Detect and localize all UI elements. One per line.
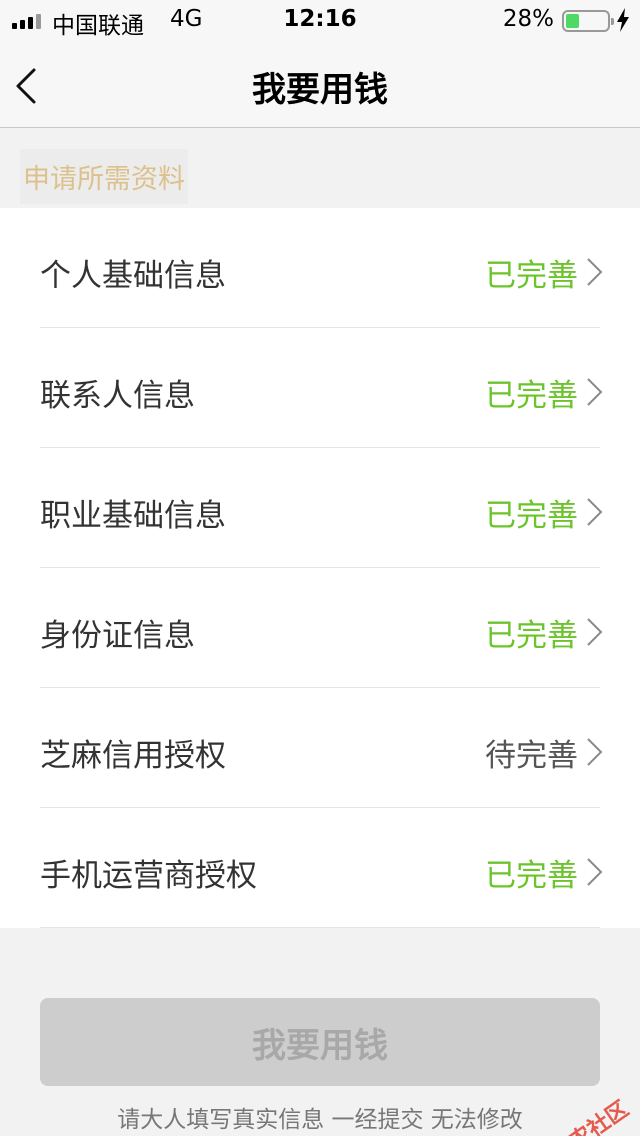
status-bar: 中国联通 4G 12:16 28% <box>0 0 640 40</box>
list-item-occupation[interactable]: 职业基础信息 已完善 <box>0 448 640 568</box>
charging-icon <box>617 8 629 32</box>
chevron-right-icon <box>587 738 603 766</box>
item-label: 个人基础信息 <box>40 258 226 294</box>
list-item-id-card[interactable]: 身份证信息 已完善 <box>0 568 640 688</box>
list-item-carrier-auth[interactable]: 手机运营商授权 已完善 <box>0 808 640 928</box>
notice-text: 请大人填写真实信息 一经提交 无法修改 <box>117 1107 523 1133</box>
item-label: 手机运营商授权 <box>40 858 257 894</box>
item-status: 待完善 <box>485 738 578 774</box>
nav-bar: 我要用钱 <box>0 40 640 128</box>
requirements-list: 个人基础信息 已完善 联系人信息 已完善 职业基础信息 已完善 身份证信息 已完… <box>0 208 640 928</box>
item-label: 芝麻信用授权 <box>40 738 226 774</box>
list-item-personal-info[interactable]: 个人基础信息 已完善 <box>0 208 640 328</box>
section-header: 申请所需资料 <box>0 129 640 208</box>
chevron-right-icon <box>587 378 603 406</box>
battery-icon <box>562 10 614 32</box>
item-status: 已完善 <box>485 618 578 654</box>
chevron-right-icon <box>587 498 603 526</box>
chevron-right-icon <box>587 258 603 286</box>
item-status: 已完善 <box>485 498 578 534</box>
submit-button[interactable]: 我要用钱 <box>40 998 600 1086</box>
item-status: 已完善 <box>485 258 578 294</box>
item-label: 身份证信息 <box>40 618 195 654</box>
battery-percent: 28% <box>502 6 554 32</box>
chevron-right-icon <box>587 618 603 646</box>
chevron-right-icon <box>587 858 603 886</box>
list-item-contacts[interactable]: 联系人信息 已完善 <box>0 328 640 448</box>
page-title: 我要用钱 <box>252 70 388 110</box>
item-status: 已完善 <box>485 858 578 894</box>
list-item-sesame-credit[interactable]: 芝麻信用授权 待完善 <box>0 688 640 808</box>
item-label: 职业基础信息 <box>40 498 226 534</box>
item-status: 已完善 <box>485 378 578 414</box>
item-label: 联系人信息 <box>40 378 195 414</box>
section-title: 申请所需资料 <box>20 149 188 204</box>
